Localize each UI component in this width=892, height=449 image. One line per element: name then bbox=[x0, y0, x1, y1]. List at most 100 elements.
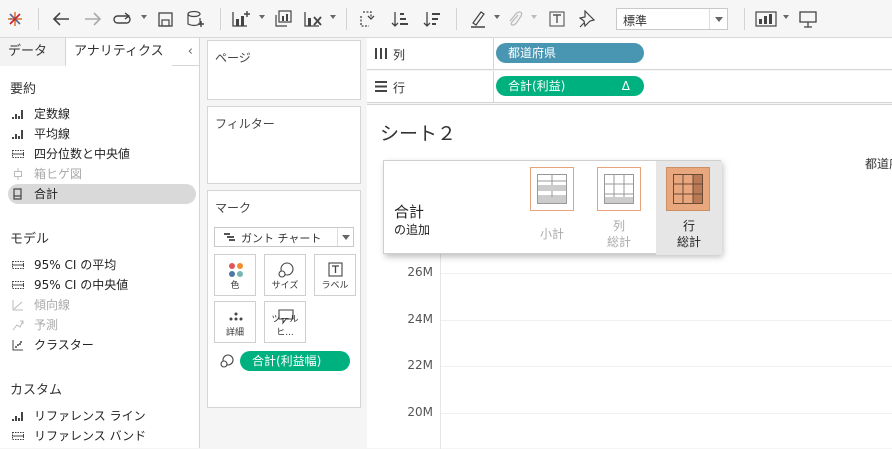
mark-type-dropdown[interactable]: ガント チャート bbox=[214, 227, 354, 247]
forecast-icon bbox=[12, 320, 24, 331]
subtotals-icon bbox=[530, 167, 574, 211]
show-me-icon[interactable] bbox=[752, 6, 780, 32]
gridline bbox=[441, 366, 892, 367]
pages-card[interactable]: ページ bbox=[207, 40, 361, 100]
popup-title: 合計 bbox=[394, 203, 425, 221]
undo-icon[interactable] bbox=[48, 6, 74, 32]
add-totals-popup: 合計 の追加 小計 列 総計 行 総計 bbox=[383, 160, 722, 255]
columns-shelf: 列 都道府県 bbox=[367, 38, 892, 70]
analytics-item-label: リファレンス ライン bbox=[34, 409, 146, 423]
option-label-line2: 総計 bbox=[676, 235, 701, 249]
cards-column: ページ フィルター マーク ガント チャート 色 サイズ ラベル 詳細 ツールヒ bbox=[201, 38, 367, 448]
pin-icon[interactable] bbox=[576, 6, 598, 32]
marks-button-label: 詳細 bbox=[225, 328, 244, 338]
toolbar: 標準 bbox=[0, 0, 892, 38]
analytics-item-boxplot: 箱ヒゲ図 bbox=[8, 164, 196, 184]
mark-type-value: ガント チャート bbox=[241, 232, 322, 245]
rows-pill[interactable]: 合計(利益) Δ bbox=[496, 76, 644, 96]
gridline bbox=[441, 273, 892, 274]
detail-icon bbox=[229, 312, 243, 321]
y-tick-label: 20M bbox=[407, 405, 433, 419]
tableau-logo-icon[interactable] bbox=[4, 6, 26, 32]
section-summary-title: 要約 bbox=[10, 82, 37, 97]
analytics-item-label: リファレンス バンド bbox=[34, 429, 147, 443]
presentation-icon[interactable] bbox=[796, 6, 820, 32]
marks-label-button[interactable]: ラベル bbox=[314, 254, 356, 296]
swap-icon[interactable] bbox=[356, 6, 380, 32]
column-totals-icon bbox=[597, 167, 641, 211]
option-label-line1: 行 bbox=[682, 219, 695, 233]
gridline bbox=[441, 320, 892, 321]
line-chart-dots-icon bbox=[12, 130, 23, 139]
columns-drop-area[interactable]: 都道府県 bbox=[493, 38, 892, 70]
sort-desc-icon[interactable] bbox=[420, 6, 444, 32]
marks-tooltip-button[interactable]: ツールヒ... bbox=[264, 301, 306, 343]
marks-size-button[interactable]: サイズ bbox=[264, 254, 306, 296]
analytics-item-label: 定数線 bbox=[34, 107, 71, 121]
pane-tabs: データ アナリティクス ‹ bbox=[0, 38, 199, 66]
analytics-item-cluster[interactable]: クラスター bbox=[8, 335, 196, 355]
boxplot-icon bbox=[14, 168, 22, 180]
columns-icon bbox=[375, 48, 387, 59]
column-grand-totals-option[interactable]: 列 総計 bbox=[590, 161, 648, 255]
line-chart-dots-icon bbox=[12, 412, 23, 421]
rows-shelf: 行 合計(利益) Δ bbox=[367, 71, 892, 103]
filters-card[interactable]: フィルター bbox=[207, 106, 361, 184]
band-icon bbox=[12, 281, 24, 289]
analytics-item-totals[interactable]: 合計 bbox=[8, 184, 196, 204]
fit-dropdown[interactable]: 標準 bbox=[616, 8, 728, 30]
option-label: 小計 bbox=[539, 227, 564, 241]
gridline bbox=[441, 413, 892, 414]
tab-data[interactable]: データ bbox=[0, 38, 66, 66]
analytics-item-label: 予測 bbox=[34, 318, 59, 332]
popup-subtitle: の追加 bbox=[394, 223, 431, 237]
save-icon[interactable] bbox=[154, 6, 176, 32]
redo-icon[interactable] bbox=[80, 6, 106, 32]
rows-label: 行 bbox=[393, 81, 406, 95]
attach-icon[interactable] bbox=[504, 6, 526, 32]
row-totals-icon bbox=[666, 167, 710, 211]
columns-pill[interactable]: 都道府県 bbox=[496, 43, 644, 63]
new-datasource-icon[interactable] bbox=[184, 6, 208, 32]
marks-color-button[interactable]: 色 bbox=[214, 254, 256, 296]
new-worksheet-icon[interactable] bbox=[228, 6, 254, 32]
analytics-item-forecast: 予測 bbox=[8, 315, 196, 335]
tab-analytics[interactable]: アナリティクス bbox=[66, 38, 172, 66]
size-icon bbox=[278, 262, 294, 278]
option-label-line2: 総計 bbox=[606, 235, 631, 249]
y-axis-line bbox=[440, 253, 441, 449]
analytics-item-quartiles[interactable]: 四分位数と中央値 bbox=[8, 144, 196, 164]
replay-icon[interactable] bbox=[110, 6, 136, 32]
sort-asc-icon[interactable] bbox=[388, 6, 412, 32]
analytics-item-constant-line[interactable]: 定数線 bbox=[8, 104, 196, 124]
band-icon bbox=[12, 432, 24, 440]
analytics-item-label: 平均線 bbox=[34, 127, 71, 141]
size-pill[interactable]: 合計(利益幅) bbox=[240, 351, 350, 371]
subtotals-option[interactable]: 小計 bbox=[523, 161, 581, 255]
row-grand-totals-option[interactable]: 行 総計 bbox=[656, 161, 722, 255]
section-custom-title: カスタム bbox=[10, 383, 63, 398]
analytics-item-label: 95% CI の平均 bbox=[34, 258, 117, 272]
analytics-item-ci-median[interactable]: 95% CI の中央値 bbox=[8, 275, 196, 295]
analytics-item-label: 四分位数と中央値 bbox=[34, 147, 131, 161]
marks-detail-button[interactable]: 詳細 bbox=[214, 301, 256, 343]
analytics-item-reference-line[interactable]: リファレンス ライン bbox=[8, 406, 196, 426]
highlight-icon[interactable] bbox=[466, 6, 490, 32]
analytics-item-ci-mean[interactable]: 95% CI の平均 bbox=[8, 255, 196, 275]
marks-button-label: ラベル bbox=[321, 281, 349, 291]
chevron-down-icon bbox=[337, 228, 353, 246]
duplicate-icon[interactable] bbox=[270, 6, 296, 32]
band-icon bbox=[12, 261, 24, 269]
pages-card-title: ページ bbox=[215, 51, 251, 65]
analytics-item-reference-band[interactable]: リファレンス バンド bbox=[8, 426, 196, 446]
marks-button-label: ツールヒ... bbox=[271, 315, 299, 338]
rows-drop-area[interactable]: 合計(利益) Δ bbox=[493, 71, 892, 103]
y-tick-label: 26M bbox=[407, 265, 433, 279]
sheet-title: シート２ bbox=[380, 123, 457, 145]
collapse-pane-icon[interactable]: ‹ bbox=[188, 44, 193, 59]
analytics-item-trend-line: 傾向線 bbox=[8, 295, 196, 315]
text-label-icon[interactable] bbox=[546, 6, 568, 32]
shelves: 列 都道府県 行 合計(利益) Δ bbox=[367, 38, 892, 104]
clear-sheet-icon[interactable] bbox=[300, 6, 326, 32]
analytics-item-average-line[interactable]: 平均線 bbox=[8, 124, 196, 144]
